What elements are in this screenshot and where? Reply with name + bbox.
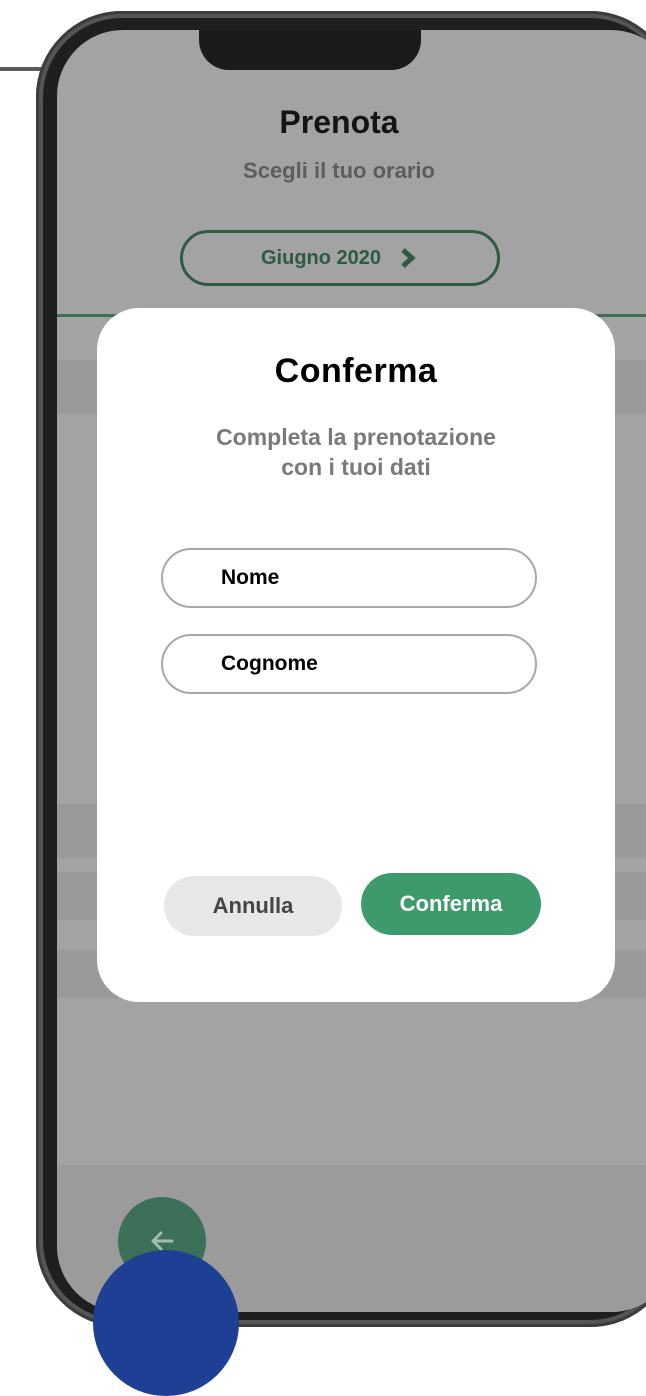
- dialog-description-line: con i tuoi dati: [281, 454, 431, 480]
- dialog-description: Completa la prenotazione con i tuoi dati: [97, 422, 615, 482]
- confirm-dialog: Conferma Completa la prenotazione con i …: [97, 308, 615, 1002]
- page-subtitle: Scegli il tuo orario: [243, 158, 435, 183]
- confirm-button[interactable]: Conferma: [361, 873, 541, 935]
- phone-notch: [199, 30, 421, 70]
- cancel-button[interactable]: Annulla: [164, 876, 342, 936]
- dialog-title: Conferma: [274, 352, 438, 390]
- floating-circle: [93, 1250, 239, 1396]
- chevron-right-icon: [401, 248, 416, 268]
- page-title: Prenota: [279, 104, 399, 140]
- surname-field[interactable]: Cognome: [161, 634, 537, 694]
- name-field[interactable]: Nome: [161, 548, 537, 608]
- month-selector-button[interactable]: Giugno 2020: [180, 230, 500, 286]
- month-label: Giugno 2020: [260, 246, 382, 269]
- dialog-description-line: Completa la prenotazione: [216, 424, 496, 450]
